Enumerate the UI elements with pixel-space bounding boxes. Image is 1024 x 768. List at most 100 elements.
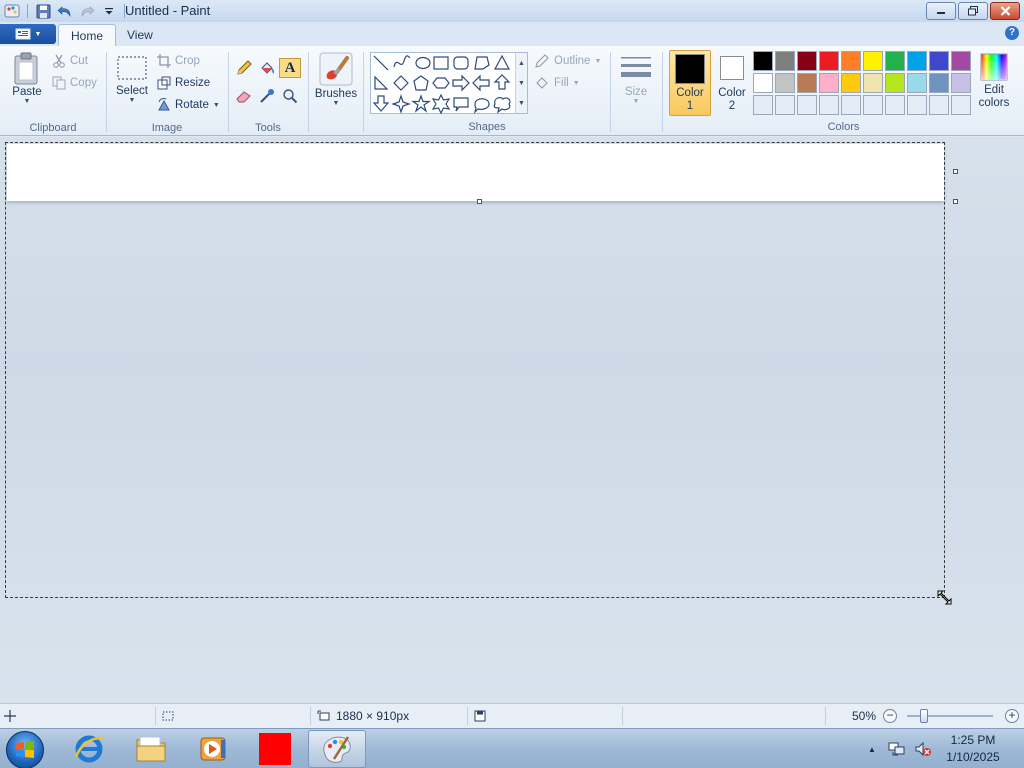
canvas-resize-handle-bottom[interactable]: [477, 199, 482, 204]
taskbar-internet-explorer[interactable]: [60, 730, 118, 768]
palette-color-swatch[interactable]: [863, 95, 883, 115]
close-button[interactable]: [990, 2, 1020, 20]
color1-button[interactable]: Color 1: [669, 50, 711, 116]
zoom-slider-thumb[interactable]: [920, 709, 929, 723]
taskbar-media-player[interactable]: [184, 730, 242, 768]
palette-color-swatch[interactable]: [797, 73, 817, 93]
palette-color-swatch[interactable]: [863, 73, 883, 93]
crop-icon: [157, 54, 171, 68]
paste-button[interactable]: Paste ▼: [8, 52, 46, 105]
expand-gallery-icon[interactable]: ▼: [518, 100, 525, 107]
customize-qat-icon[interactable]: [101, 3, 117, 19]
taskbar-file-explorer[interactable]: [122, 730, 180, 768]
palette-color-swatch[interactable]: [929, 51, 949, 71]
start-button[interactable]: [6, 731, 44, 768]
canvas-resize-handle-right[interactable]: [953, 169, 958, 174]
minimize-button[interactable]: [926, 2, 956, 20]
zoom-out-button[interactable]: −: [883, 709, 897, 723]
palette-color-swatch[interactable]: [951, 95, 971, 115]
palette-color-swatch[interactable]: [929, 73, 949, 93]
crosshair-icon: [4, 710, 16, 722]
palette-color-swatch[interactable]: [951, 51, 971, 71]
polygon-shape-icon: [474, 56, 490, 70]
shapes-gallery-icons: [372, 54, 511, 115]
palette-color-swatch[interactable]: [775, 73, 795, 93]
palette-color-swatch[interactable]: [775, 95, 795, 115]
crop-button[interactable]: Crop: [157, 52, 200, 70]
help-icon[interactable]: ?: [1005, 26, 1019, 40]
palette-color-swatch[interactable]: [797, 51, 817, 71]
taskbar-paint[interactable]: [308, 730, 366, 768]
network-icon[interactable]: [888, 741, 906, 757]
palette-color-swatch[interactable]: [819, 95, 839, 115]
color2-label-line2: 2: [728, 100, 736, 112]
palette-color-swatch[interactable]: [841, 73, 861, 93]
text-tool[interactable]: A: [279, 58, 301, 78]
system-clock[interactable]: 1:25 PM 1/10/2025: [940, 732, 1006, 766]
paint-menu-button[interactable]: ▼: [0, 24, 56, 44]
palette-color-swatch[interactable]: [929, 95, 949, 115]
chevron-down-icon: ▼: [34, 30, 42, 38]
size-button[interactable]: Size ▼: [618, 54, 654, 105]
color-spectrum-icon: [980, 53, 1008, 81]
palette-color-swatch[interactable]: [885, 95, 905, 115]
palette-color-swatch[interactable]: [819, 73, 839, 93]
palette-color-swatch[interactable]: [907, 95, 927, 115]
undo-icon[interactable]: [57, 3, 73, 19]
brushes-button[interactable]: Brushes ▼: [314, 52, 358, 107]
edit-colors-button[interactable]: Edit colors: [974, 52, 1014, 110]
color-picker-tool[interactable]: [256, 86, 278, 106]
palette-color-swatch[interactable]: [797, 95, 817, 115]
redo-icon[interactable]: [79, 3, 95, 19]
copy-button[interactable]: Copy: [52, 74, 97, 92]
eraser-tool[interactable]: [233, 86, 255, 106]
palette-color-swatch[interactable]: [863, 51, 883, 71]
shapes-gallery: ▲ ▼ ▼: [370, 52, 528, 115]
palette-color-swatch[interactable]: [753, 95, 773, 115]
palette-color-swatch[interactable]: [885, 51, 905, 71]
palette-color-swatch[interactable]: [775, 51, 795, 71]
ribbon-tabs: ▼ Home View ?: [0, 22, 1024, 46]
palette-color-swatch[interactable]: [841, 51, 861, 71]
fill-button[interactable]: Fill ▼: [534, 74, 580, 92]
palette-color-swatch[interactable]: [951, 73, 971, 93]
palette-color-swatch[interactable]: [907, 73, 927, 93]
volume-muted-icon[interactable]: [914, 741, 932, 757]
pencil-tool[interactable]: [233, 58, 255, 78]
canvas-resize-handle-corner[interactable]: [953, 199, 958, 204]
fill-tool[interactable]: [256, 58, 278, 78]
color2-label-line1: Color: [718, 87, 746, 99]
zoom-in-button[interactable]: +: [1005, 709, 1019, 723]
selection-size-icon: [162, 711, 174, 721]
tab-home[interactable]: Home: [58, 24, 117, 46]
color2-button[interactable]: Color 2: [713, 56, 751, 113]
show-hidden-icons[interactable]: ▲: [868, 745, 876, 754]
palette-color-swatch[interactable]: [753, 51, 773, 71]
color1-swatch: [675, 54, 705, 84]
scroll-down-icon[interactable]: ▼: [518, 80, 525, 87]
palette-color-swatch[interactable]: [753, 73, 773, 93]
canvas-workspace[interactable]: [0, 137, 1024, 703]
cut-button[interactable]: Cut: [52, 52, 88, 70]
scroll-up-icon[interactable]: ▲: [518, 60, 525, 67]
palette-color-swatch[interactable]: [907, 51, 927, 71]
media-player-icon: [200, 737, 226, 761]
resize-button[interactable]: Resize: [157, 74, 210, 92]
restore-button[interactable]: [958, 2, 988, 20]
select-button[interactable]: Select ▼: [113, 54, 151, 104]
taskbar-red-app[interactable]: [246, 730, 304, 768]
rotate-button[interactable]: Rotate ▼: [157, 96, 220, 114]
pentagon-shape-icon: [413, 75, 429, 91]
palette-color-swatch[interactable]: [819, 51, 839, 71]
outline-button[interactable]: Outline ▼: [534, 52, 601, 70]
selection-rectangle[interactable]: [5, 142, 945, 598]
color1-label-line2: 1: [686, 100, 694, 112]
save-icon[interactable]: [35, 3, 51, 19]
shapes-gallery-scroll[interactable]: ▲ ▼ ▼: [515, 53, 527, 113]
palette-color-swatch[interactable]: [885, 73, 905, 93]
status-separator: [622, 707, 623, 725]
magnifier-tool[interactable]: [279, 86, 301, 106]
tab-view[interactable]: View: [115, 24, 165, 46]
palette-color-swatch[interactable]: [841, 95, 861, 115]
paint-app-icon[interactable]: [4, 3, 20, 19]
